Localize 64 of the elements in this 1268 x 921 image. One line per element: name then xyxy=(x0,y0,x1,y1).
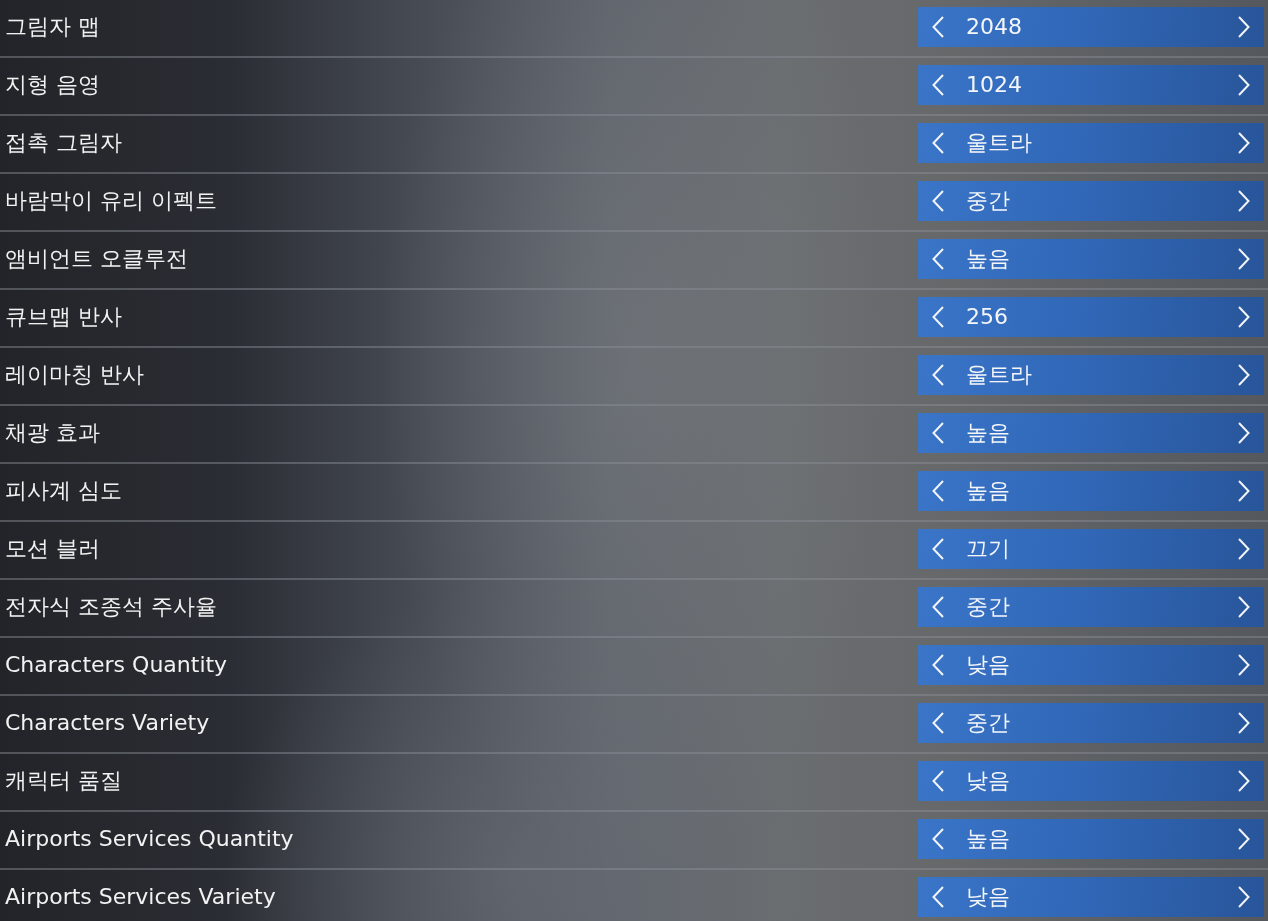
chevron-left-icon xyxy=(932,712,944,734)
setting-label: 큐브맵 반사 xyxy=(5,303,122,331)
option-value: 울트라 xyxy=(966,361,1033,389)
chevron-right-icon xyxy=(1238,480,1250,502)
option-value: 중간 xyxy=(966,709,1011,737)
chevron-left-icon xyxy=(932,306,944,328)
chevron-right-icon xyxy=(1238,364,1250,386)
chevron-right-icon xyxy=(1238,538,1250,560)
chevron-left-icon xyxy=(932,74,944,96)
chevron-right-icon xyxy=(1238,132,1250,154)
setting-label: 모션 블러 xyxy=(5,535,100,563)
setting-label: 접촉 그림자 xyxy=(5,129,122,157)
chevron-right-icon xyxy=(1238,770,1250,792)
setting-label: 앰비언트 오클루전 xyxy=(5,245,188,273)
setting-label: 피사계 심도 xyxy=(5,477,122,505)
chevron-right-icon xyxy=(1238,596,1250,618)
option-value: 1024 xyxy=(966,71,1023,99)
chevron-left-icon xyxy=(932,654,944,676)
chevron-left-icon xyxy=(932,480,944,502)
setting-label: 그림자 맵 xyxy=(5,13,100,41)
option-value: 2048 xyxy=(966,13,1023,41)
option-value: 256 xyxy=(966,303,1009,331)
chevron-right-icon xyxy=(1238,422,1250,444)
setting-label: Airports Services Quantity xyxy=(5,825,294,853)
setting-label: 바람막이 유리 이펙트 xyxy=(5,187,217,215)
option-value: 중간 xyxy=(966,593,1011,621)
option-value: 끄기 xyxy=(966,535,1011,563)
chevron-right-icon xyxy=(1238,828,1250,850)
chevron-left-icon xyxy=(932,132,944,154)
chevron-right-icon xyxy=(1238,306,1250,328)
chevron-right-icon xyxy=(1238,654,1250,676)
chevron-left-icon xyxy=(932,364,944,386)
setting-label: 전자식 조종석 주사율 xyxy=(5,593,217,621)
option-value: 낮음 xyxy=(966,767,1011,795)
option-value: 높음 xyxy=(966,825,1011,853)
setting-label: 레이마칭 반사 xyxy=(5,361,144,389)
chevron-left-icon xyxy=(932,16,944,38)
chevron-right-icon xyxy=(1238,16,1250,38)
option-value: 울트라 xyxy=(966,129,1033,157)
chevron-right-icon xyxy=(1238,74,1250,96)
option-value: 높음 xyxy=(966,419,1011,447)
chevron-right-icon xyxy=(1238,248,1250,270)
chevron-left-icon xyxy=(932,828,944,850)
option-value: 낮음 xyxy=(966,651,1011,679)
setting-label: Airports Services Variety xyxy=(5,883,276,911)
option-value: 높음 xyxy=(966,477,1011,505)
chevron-left-icon xyxy=(932,248,944,270)
chevron-right-icon xyxy=(1238,886,1250,908)
setting-label: Characters Variety xyxy=(5,709,210,737)
setting-label: Characters Quantity xyxy=(5,651,228,679)
chevron-left-icon xyxy=(932,190,944,212)
setting-label: 캐릭터 품질 xyxy=(5,767,122,795)
option-value: 높음 xyxy=(966,245,1011,273)
setting-label: 지형 음영 xyxy=(5,71,100,99)
chevron-left-icon xyxy=(932,596,944,618)
chevron-left-icon xyxy=(932,422,944,444)
chevron-left-icon xyxy=(932,770,944,792)
setting-label: 채광 효과 xyxy=(5,419,100,447)
chevron-right-icon xyxy=(1238,712,1250,734)
chevron-right-icon xyxy=(1238,190,1250,212)
chevron-left-icon xyxy=(932,538,944,560)
chevron-left-icon xyxy=(932,886,944,908)
option-value: 중간 xyxy=(966,187,1011,215)
option-value: 낮음 xyxy=(966,883,1011,911)
